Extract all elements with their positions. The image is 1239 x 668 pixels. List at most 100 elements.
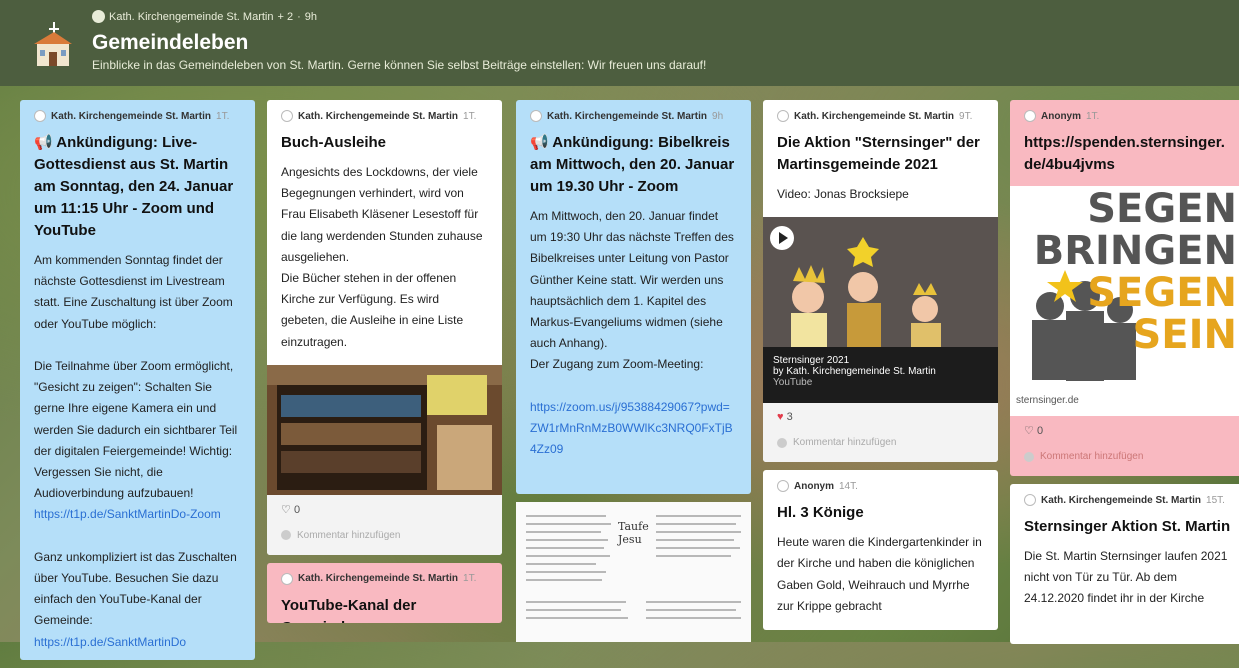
author-avatar-icon bbox=[34, 110, 46, 122]
author-avatar-icon bbox=[777, 480, 789, 493]
comment-avatar-icon bbox=[777, 437, 787, 448]
add-comment-button[interactable]: Kommentar hinzufügen bbox=[1010, 445, 1239, 476]
post-body: Video: Jonas Brocksiepe bbox=[777, 187, 909, 201]
heart-icon[interactable]: ♡ bbox=[1024, 425, 1034, 437]
author-avatar-icon bbox=[530, 110, 542, 122]
author-avatar-icon[interactable] bbox=[92, 10, 105, 23]
post-time: 1T. bbox=[1086, 110, 1100, 122]
post-time: 1T. bbox=[216, 110, 230, 122]
board-subtitle: Einblicke in das Gemeindeleben von St. M… bbox=[92, 58, 707, 72]
post-body: Am kommenden Sonntag findet der nächste … bbox=[20, 242, 255, 653]
like-count: 0 bbox=[1036, 425, 1044, 437]
column-4: Kath. Kirchengemeinde St. Martin 9T. Die… bbox=[763, 100, 998, 638]
post-author-name: Anonym bbox=[1041, 110, 1081, 122]
post-body: Die St. Martin Sternsinger laufen 2021 n… bbox=[1024, 549, 1228, 606]
post-author-name: Anonym bbox=[794, 480, 834, 492]
header-time: 9h bbox=[304, 10, 318, 23]
post-title[interactable]: https://spenden.sternsinger.de/4bu4jvms bbox=[1010, 122, 1239, 186]
sternsinger-logo[interactable]: SEGEN BRINGEN SEGEN SEIN sternsinger.de bbox=[1010, 186, 1239, 416]
heart-icon[interactable]: ♡ bbox=[281, 504, 291, 516]
column-2: Kath. Kirchengemeinde St. Martin 1T. Buc… bbox=[267, 100, 502, 631]
post-title: 📢 Ankündigung: Bibelkreis am Mittwoch, d… bbox=[530, 134, 735, 195]
post-title: Sternsinger Aktion St. Martin bbox=[1024, 518, 1231, 535]
add-comment-button[interactable]: Kommentar hinzufügen bbox=[267, 523, 502, 555]
post-title: YouTube-Kanal der Gemeinde bbox=[281, 596, 417, 623]
post-author: Kath. Kirchengemeinde St. Martin 1T. bbox=[267, 563, 502, 585]
post-card[interactable]: Kath. Kirchengemeinde St. Martin 1T. 📢 A… bbox=[20, 100, 255, 660]
column-1: Kath. Kirchengemeinde St. Martin 1T. 📢 A… bbox=[20, 100, 255, 668]
post-author: Kath. Kirchengemeinde St. Martin 9h bbox=[516, 100, 751, 122]
post-time: 1T. bbox=[463, 110, 477, 122]
post-link[interactable]: https://t1p.de/SanktMartinDo-Zoom bbox=[34, 507, 221, 521]
header-meta: Kath. Kirchengemeinde St. Martin + 2 · 9… bbox=[92, 10, 317, 23]
post-title: Hl. 3 Könige bbox=[777, 504, 864, 522]
post-author: Kath. Kirchengemeinde St. Martin 1T. bbox=[267, 100, 502, 122]
bookshelf-photo[interactable] bbox=[267, 364, 502, 495]
post-time: 15T. bbox=[1206, 494, 1225, 506]
like-count: 3 bbox=[786, 411, 793, 424]
author-avatar-icon bbox=[1024, 494, 1036, 506]
post-footer: ♥ 3 bbox=[763, 403, 998, 432]
post-time: 14T. bbox=[839, 480, 858, 492]
play-icon[interactable] bbox=[769, 225, 795, 251]
heart-icon[interactable]: ♥ bbox=[777, 411, 784, 423]
post-card[interactable]: Kath. Kirchengemeinde St. Martin 1T. Buc… bbox=[267, 100, 502, 555]
post-card[interactable]: Kath. Kirchengemeinde St. Martin 15T. St… bbox=[1010, 484, 1239, 644]
post-author: Anonym 14T. bbox=[763, 470, 998, 493]
post-author-name: Kath. Kirchengemeinde St. Martin bbox=[1041, 494, 1202, 506]
add-comment-label: Kommentar hinzufügen bbox=[793, 437, 897, 449]
logo-line: BRINGEN bbox=[1033, 228, 1237, 274]
post-card[interactable]: Kath. Kirchengemeinde St. Martin 1T. You… bbox=[267, 562, 502, 623]
header-author[interactable]: Kath. Kirchengemeinde St. Martin bbox=[109, 11, 273, 23]
like-count: 0 bbox=[293, 503, 301, 516]
post-card[interactable]: Kath. Kirchengemeinde St. Martin 9h 📢 An… bbox=[516, 100, 751, 494]
post-author-name: Kath. Kirchengemeinde St. Martin bbox=[547, 110, 708, 122]
post-author: Kath. Kirchengemeinde St. Martin 1T. bbox=[20, 100, 255, 122]
post-title: Die Aktion "Sternsinger" der Martinsgeme… bbox=[777, 134, 980, 173]
logo-text: SEGEN BRINGEN SEGEN SEIN bbox=[1034, 188, 1237, 356]
post-footer: ♡ 0 bbox=[267, 494, 502, 524]
header-separator: · bbox=[297, 10, 301, 23]
post-author: Anonym 1T. bbox=[1010, 100, 1239, 122]
logo-line: SEIN bbox=[1132, 312, 1238, 358]
video-channel: by Kath. Kirchengemeinde St. Martin bbox=[773, 366, 936, 378]
video-source: YouTube bbox=[773, 377, 813, 389]
add-comment-button[interactable]: Kommentar hinzufügen bbox=[763, 431, 998, 463]
logo-line: SEGEN bbox=[1087, 270, 1237, 316]
video-thumbnail bbox=[763, 217, 998, 348]
post-title: 📢 Ankündigung: Live-Gottesdienst aus St.… bbox=[34, 134, 234, 239]
post-author: Kath. Kirchengemeinde St. Martin 15T. bbox=[1010, 484, 1239, 506]
post-footer: ♡ 0 bbox=[1010, 416, 1239, 445]
author-avatar-icon bbox=[777, 110, 789, 122]
post-author-name: Kath. Kirchengemeinde St. Martin bbox=[51, 110, 212, 122]
post-time: 9h bbox=[712, 110, 724, 122]
post-body: Am Mittwoch, den 20. Januar findet um 19… bbox=[516, 198, 751, 472]
post-author-name: Kath. Kirchengemeinde St. Martin bbox=[794, 110, 955, 122]
comment-avatar-icon bbox=[1024, 451, 1034, 462]
post-body: Heute waren die Kindergartenkinder in de… bbox=[777, 535, 982, 613]
post-author-name: Kath. Kirchengemeinde St. Martin bbox=[298, 110, 459, 122]
attachment-document[interactable]: Taufe Jesu bbox=[516, 502, 751, 642]
post-link[interactable]: https://zoom.us/j/95388429067?pwd=ZW1rMn… bbox=[530, 400, 733, 456]
post-author-name: Kath. Kirchengemeinde St. Martin bbox=[298, 573, 459, 585]
attachment-label: Taufe Jesu bbox=[618, 520, 649, 546]
post-time: 1T. bbox=[463, 573, 477, 585]
add-comment-label: Kommentar hinzufügen bbox=[297, 529, 401, 541]
post-text: Am Mittwoch, den 20. Januar findet um 19… bbox=[530, 209, 734, 372]
post-card[interactable]: Anonym 1T. https://spenden.sternsinger.d… bbox=[1010, 100, 1239, 476]
board-title: Gemeindeleben bbox=[92, 31, 249, 54]
author-avatar-icon bbox=[1024, 110, 1036, 122]
logo-line: SEGEN bbox=[1087, 186, 1237, 232]
video-caption: Sternsinger 2021 by Kath. Kirchengemeind… bbox=[773, 355, 936, 388]
comment-avatar-icon bbox=[281, 530, 291, 541]
column-3: Kath. Kirchengemeinde St. Martin 9h 📢 An… bbox=[516, 100, 751, 642]
post-title: Buch-Ausleihe bbox=[281, 134, 387, 151]
post-card[interactable]: Anonym 14T. Hl. 3 Könige Heute waren die… bbox=[763, 470, 998, 631]
post-card[interactable]: Kath. Kirchengemeinde St. Martin 9T. Die… bbox=[763, 100, 998, 463]
board-header: Kath. Kirchengemeinde St. Martin + 2 · 9… bbox=[0, 0, 1239, 86]
column-5: Anonym 1T. https://spenden.sternsinger.d… bbox=[1010, 100, 1239, 652]
header-contributors[interactable]: + 2 bbox=[277, 11, 293, 23]
post-text: Ganz unkompliziert ist das Zuschalten üb… bbox=[34, 549, 237, 628]
video-embed[interactable]: Sternsinger 2021 by Kath. Kirchengemeind… bbox=[763, 217, 998, 404]
author-avatar-icon bbox=[281, 110, 293, 122]
